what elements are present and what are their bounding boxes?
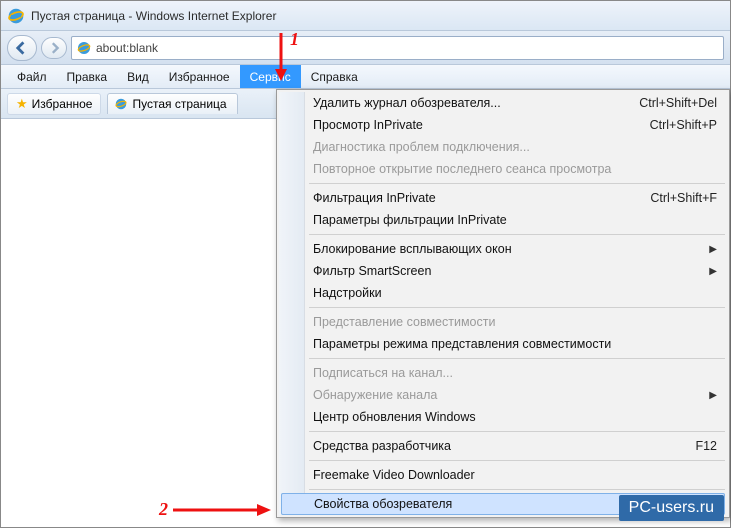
dropdown-item-label: Фильтрация InPrivate: [313, 191, 436, 205]
dropdown-item[interactable]: Параметры фильтрации InPrivate: [279, 209, 727, 231]
dropdown-separator: [309, 234, 725, 235]
dropdown-item-label: Параметры режима представления совместим…: [313, 337, 611, 351]
dropdown-item-shortcut: Ctrl+Shift+P: [650, 118, 717, 132]
dropdown-item-label: Freemake Video Downloader: [313, 468, 475, 482]
dropdown-item-label: Средства разработчика: [313, 439, 451, 453]
dropdown-item: Подписаться на канал...: [279, 362, 727, 384]
menu-tools[interactable]: Сервис: [240, 65, 301, 88]
dropdown-item-shortcut: Ctrl+Shift+Del: [639, 96, 717, 110]
dropdown-item: Повторное открытие последнего сеанса про…: [279, 158, 727, 180]
dropdown-item-label: Диагностика проблем подключения...: [313, 140, 530, 154]
tools-dropdown: Удалить журнал обозревателя... Ctrl+Shift…: [276, 89, 730, 518]
dropdown-item-label: Обнаружение канала: [313, 388, 437, 402]
dropdown-item[interactable]: Блокирование всплывающих окон ▶: [279, 238, 727, 260]
menu-view[interactable]: Вид: [117, 65, 159, 88]
back-button[interactable]: [7, 35, 37, 61]
dropdown-item: Представление совместимости: [279, 311, 727, 333]
dropdown-separator: [309, 460, 725, 461]
submenu-arrow-icon: ▶: [709, 266, 717, 277]
dropdown-separator: [309, 307, 725, 308]
dropdown-item[interactable]: Просмотр InPrivate Ctrl+Shift+P: [279, 114, 727, 136]
tab-title: Пустая страница: [132, 97, 226, 111]
address-input[interactable]: [96, 41, 719, 55]
dropdown-item[interactable]: Средства разработчика F12: [279, 435, 727, 457]
dropdown-item[interactable]: Удалить журнал обозревателя... Ctrl+Shift…: [279, 92, 727, 114]
dropdown-item-label: Удалить журнал обозревателя...: [313, 96, 501, 110]
dropdown-item-label: Подписаться на канал...: [313, 366, 453, 380]
dropdown-item[interactable]: Надстройки: [279, 282, 727, 304]
dropdown-item-label: Повторное открытие последнего сеанса про…: [313, 162, 611, 176]
dropdown-item-label: Надстройки: [313, 286, 382, 300]
navbar: [1, 31, 730, 65]
dropdown-item: Обнаружение канала ▶: [279, 384, 727, 406]
ie-logo-icon: [7, 7, 25, 25]
menu-help[interactable]: Справка: [301, 65, 368, 88]
dropdown-item-label: Центр обновления Windows: [313, 410, 476, 424]
menu-favorites[interactable]: Избранное: [159, 65, 240, 88]
submenu-arrow-icon: ▶: [709, 390, 717, 401]
dropdown-separator: [309, 431, 725, 432]
dropdown-item[interactable]: Фильтр SmartScreen ▶: [279, 260, 727, 282]
watermark: PC-users.ru: [619, 495, 724, 521]
dropdown-item-label: Представление совместимости: [313, 315, 495, 329]
tab-icon: [114, 97, 128, 111]
favorites-button-label: Избранное: [32, 97, 93, 111]
dropdown-item-label: Свойства обозревателя: [314, 497, 452, 511]
titlebar: Пустая страница - Windows Internet Explo…: [1, 1, 730, 31]
dropdown-item-label: Фильтр SmartScreen: [313, 264, 431, 278]
dropdown-item[interactable]: Центр обновления Windows: [279, 406, 727, 428]
dropdown-item-label: Параметры фильтрации InPrivate: [313, 213, 507, 227]
favorites-button[interactable]: ★ Избранное: [7, 93, 101, 115]
dropdown-separator: [309, 358, 725, 359]
window-title: Пустая страница - Windows Internet Explo…: [31, 9, 276, 23]
dropdown-separator: [309, 183, 725, 184]
dropdown-separator: [309, 489, 725, 490]
dropdown-item[interactable]: Freemake Video Downloader: [279, 464, 727, 486]
address-bar[interactable]: [71, 36, 724, 60]
dropdown-item[interactable]: Фильтрация InPrivate Ctrl+Shift+F: [279, 187, 727, 209]
menubar: Файл Правка Вид Избранное Сервис Справка: [1, 65, 730, 89]
forward-button[interactable]: [41, 37, 67, 59]
dropdown-item-label: Блокирование всплывающих окон: [313, 242, 512, 256]
dropdown-item: Диагностика проблем подключения...: [279, 136, 727, 158]
browser-tab[interactable]: Пустая страница: [107, 93, 237, 114]
page-icon: [76, 40, 92, 56]
dropdown-item-label: Просмотр InPrivate: [313, 118, 423, 132]
dropdown-item[interactable]: Параметры режима представления совместим…: [279, 333, 727, 355]
submenu-arrow-icon: ▶: [709, 244, 717, 255]
menu-edit[interactable]: Правка: [57, 65, 118, 88]
star-icon: ★: [16, 96, 28, 112]
dropdown-item-shortcut: F12: [695, 439, 717, 453]
menu-file[interactable]: Файл: [7, 65, 57, 88]
dropdown-item-shortcut: Ctrl+Shift+F: [650, 191, 717, 205]
